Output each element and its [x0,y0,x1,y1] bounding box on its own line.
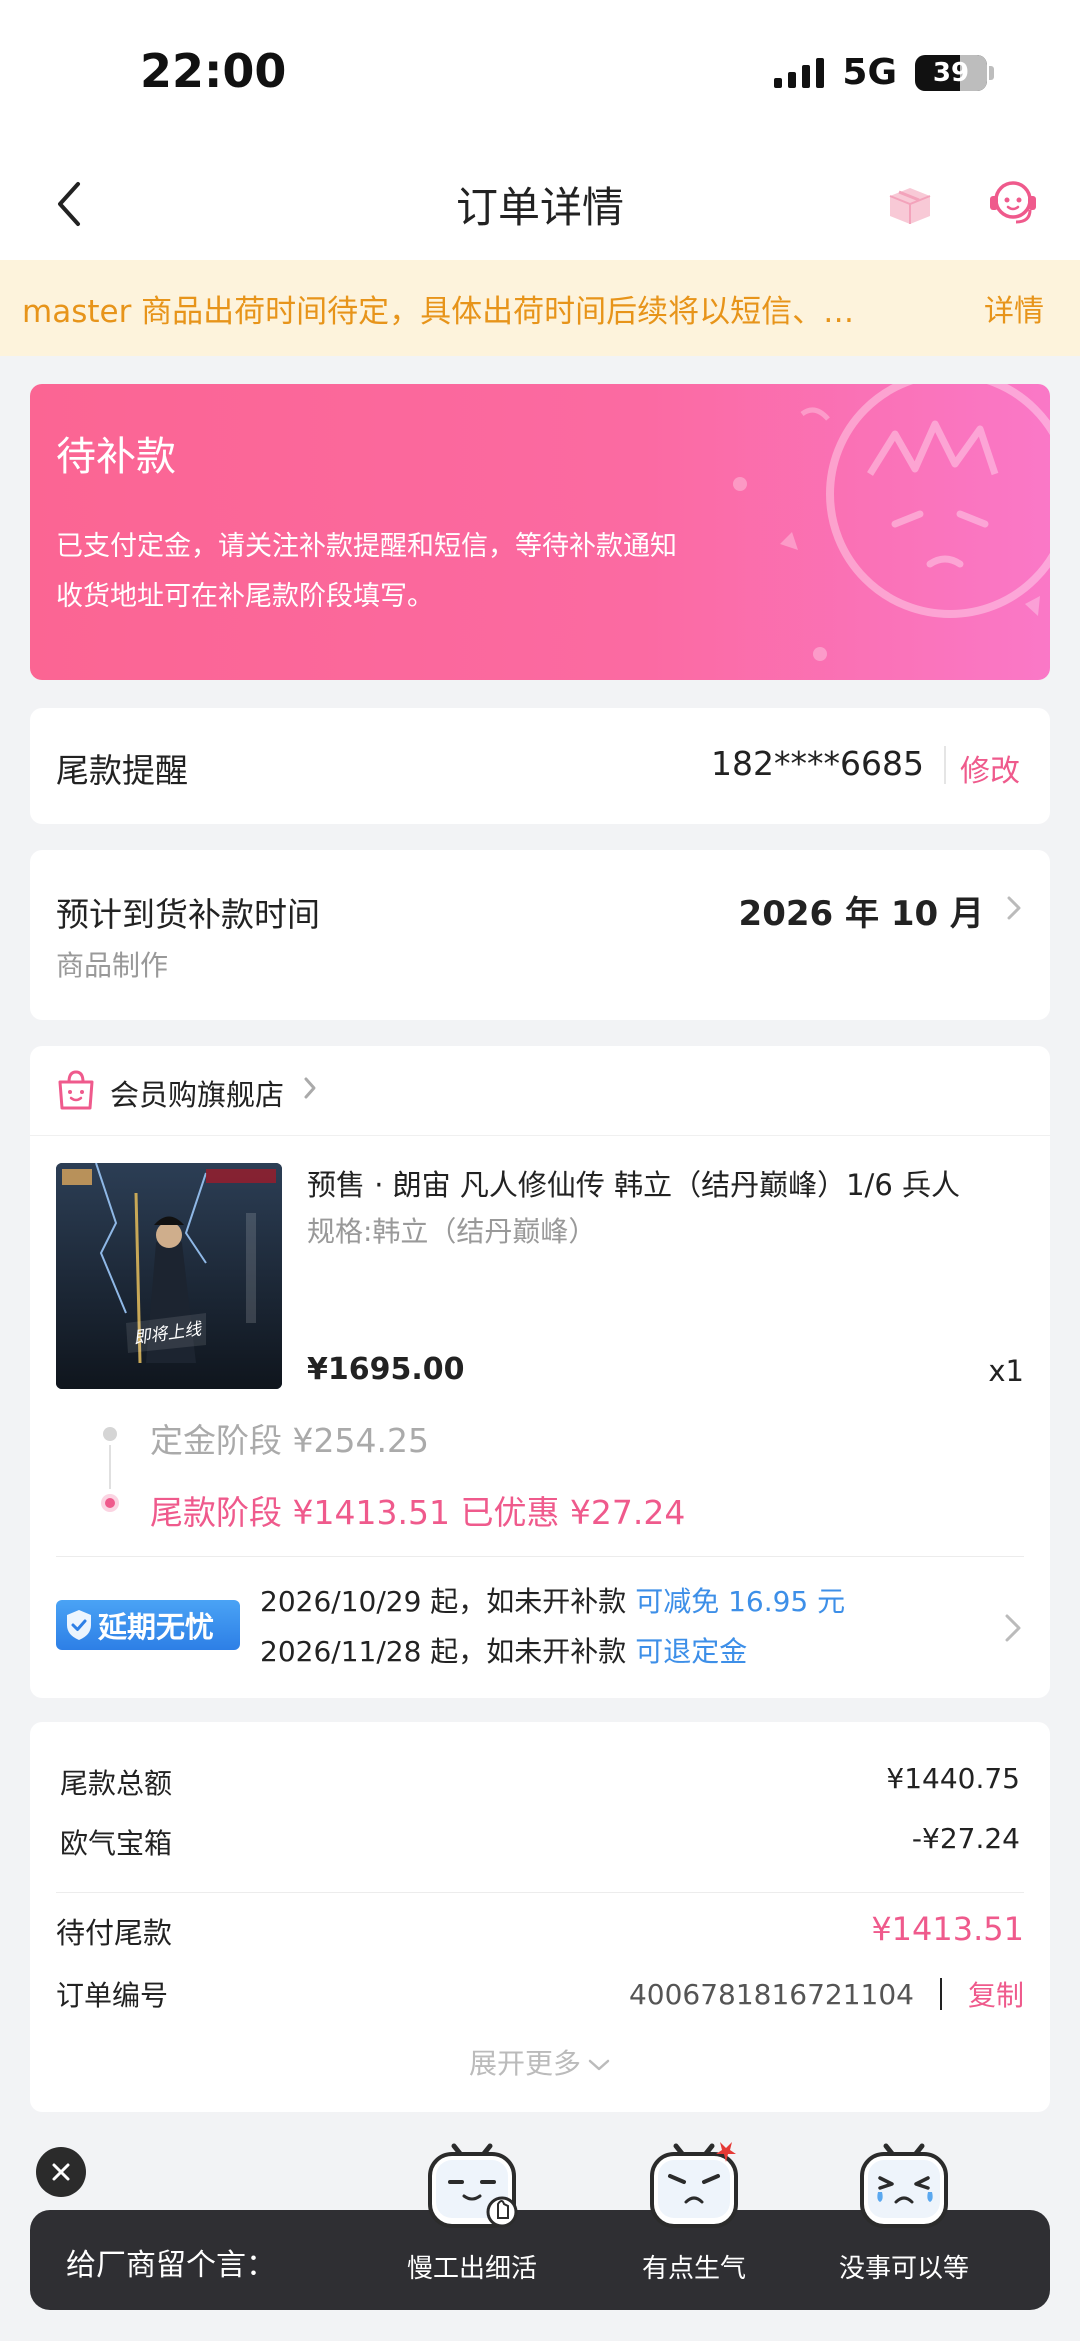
product-quantity: x1 [988,1354,1024,1388]
stage-connector [109,1445,111,1489]
lucky-box-row: 欧气宝箱 -¥27.24 [60,1822,1020,1862]
chevron-right-icon [304,1077,316,1099]
amount-due-value: ¥1413.51 [871,1910,1024,1948]
notice-text: master 商品出荷时间待定，具体出荷时间后续将以短信、… [22,293,855,330]
shop-name: 会员购旗舰店 [110,1078,285,1112]
delay-guarantee-badge: 延期无忧 [56,1600,240,1650]
network-type: 5G [842,52,897,93]
expand-more-label: 展开更多 [468,2047,581,2080]
shield-check-icon [67,1610,91,1640]
expand-more-button[interactable]: 展开更多 [30,2042,1050,2082]
signal-icon [774,57,825,88]
arrival-date: 2026 年 10 月 [738,894,984,934]
reminder-phone: 182****6685 [711,744,924,783]
tv-mascot-thumbs-up-icon [428,2143,518,2228]
delay-rule-1-text: 2026/10/29 起，如未开补款 [260,1585,636,1618]
battery-level: 39 [932,57,970,88]
status-time: 22:00 [140,44,287,98]
stage-dot-balance [101,1494,119,1512]
deposit-stage: 定金阶段 ¥254.25 [150,1421,429,1460]
product-title: 预售 · 朗宙 凡人修仙传 韩立（结丹巅峰）1/6 兵人 [307,1168,960,1202]
emoji-option-angry[interactable]: 有点生气 [614,2132,774,2302]
delay-badge-label: 延期无忧 [98,1610,215,1644]
delay-rule-1-benefit: 可减免 16.95 元 [635,1585,846,1618]
payment-summary-card: 尾款总额 ¥1440.75 欧气宝箱 -¥27.24 待付尾款 ¥1413.51… [30,1722,1050,2112]
amount-due-row: 待付尾款 ¥1413.51 [56,1910,1024,1952]
tv-mascot-angry-icon [650,2142,738,2228]
close-message-bar-button[interactable] [36,2147,86,2197]
notice-detail-link[interactable]: 详情 [984,286,1058,330]
lucky-box-value: -¥27.24 [911,1822,1020,1855]
reminder-label: 尾款提醒 [56,751,188,790]
status-description: 已支付定金，请关注补款提醒和短信，等待补款通知 收货地址可在补尾款阶段填写。 [56,522,677,622]
status-bar: 22:00 5G 39 [0,0,1080,150]
order-number-label: 订单编号 [56,1979,169,2012]
divider [944,746,946,784]
amount-due-label: 待付尾款 [56,1916,173,1950]
balance-total-row: 尾款总额 ¥1440.75 [60,1762,1020,1802]
delay-rule-2: 2026/11/28 起，如未开补款 可退定金 [260,1630,747,1670]
divider [939,1978,942,2010]
balance-stage: 尾款阶段 ¥1413.51 已优惠 ¥27.24 [150,1493,686,1532]
gift-box-icon [889,188,931,224]
shopping-bag-icon [58,1070,94,1110]
product-card: 会员购旗舰店 即将上线 预售 · 朗宙 凡人修仙传 韩立（结丹巅峰）1/6 兵人… [30,1046,1050,1698]
nav-bar: 订单详情 [0,150,1080,260]
status-desc-line1: 已支付定金，请关注补款提醒和短信，等待补款通知 [56,531,677,562]
close-icon [52,2163,70,2181]
edit-phone-button[interactable]: 修改 [960,746,1020,790]
product-spec: 规格:韩立（结丹巅峰） [307,1215,597,1248]
divider [56,1556,1024,1557]
product-price: ¥1695.00 [307,1352,465,1387]
stage-dot-deposit [103,1427,117,1441]
mascot-decoration-icon [733,384,1050,661]
order-number-group: 400678181672110​4 复制 [629,1974,1024,2014]
copy-order-button[interactable]: 复制 [968,1974,1024,2014]
product-image[interactable]: 即将上线 [56,1163,282,1389]
emoji-option-label: 没事可以等 [838,2254,969,2284]
lucky-box-label: 欧气宝箱 [60,1827,173,1860]
delay-rule-1: 2026/10/29 起，如未开补款 可减免 16.95 元 [260,1580,845,1620]
arrival-status: 商品制作 [56,949,169,982]
customer-service-icon [990,181,1036,224]
battery-icon: 39 [915,54,994,91]
order-number-row: 订单编号 400678181672110​4 复制 [56,1974,1024,2014]
chevron-right-icon [1005,1614,1021,1642]
balance-reminder-card: 尾款提醒 182****6685 修改 [30,708,1050,824]
gift-box-button[interactable] [884,178,936,230]
tv-mascot-crying-icon [860,2143,948,2228]
balance-total-value: ¥1440.75 [886,1762,1020,1795]
balance-total-label: 尾款总额 [60,1767,173,1800]
emoji-option-patient[interactable]: 慢工出细活 [392,2132,552,2302]
message-to-manufacturer-bar: 给厂商留个言： 慢工出细活 有点生气 没事可以等 [30,2142,1050,2310]
delay-rule-2-text: 2026/11/28 起，如未开补款 [260,1635,636,1668]
status-title: 待补款 [56,434,176,480]
status-indicators: 5G 39 [774,52,994,93]
emoji-option-can-wait[interactable]: 没事可以等 [824,2132,984,2302]
delay-rule-2-benefit: 可退定金 [635,1635,748,1668]
arrival-label: 预计到货补款时间 [56,895,320,934]
emoji-option-label: 有点生气 [641,2254,746,2284]
chevron-right-icon [1007,896,1021,920]
product-figure-icon: 即将上线 [56,1163,282,1389]
divider [56,1892,1024,1893]
order-number-value: 400678181672110​4 [628,1977,914,2011]
shop-row[interactable]: 会员购旗舰店 [30,1046,1050,1136]
status-desc-line2: 收货地址可在补尾款阶段填写。 [56,581,434,612]
message-bar-label: 给厂商留个言： [66,2248,276,2283]
chevron-down-icon [588,2059,610,2071]
customer-service-button[interactable] [986,174,1040,228]
delay-guarantee-row[interactable]: 延期无忧 2026/10/29 起，如未开补款 可减免 16.95 元 2026… [30,1558,1050,1698]
arrival-time-card[interactable]: 预计到货补款时间 商品制作 2026 年 10 月 [30,850,1050,1020]
order-status-card: 待补款 已支付定金，请关注补款提醒和短信，等待补款通知 收货地址可在补尾款阶段填… [30,384,1050,680]
emoji-option-label: 慢工出细活 [406,2254,537,2284]
notice-bar: master 商品出荷时间待定，具体出荷时间后续将以短信、… 详情 [0,260,1080,356]
